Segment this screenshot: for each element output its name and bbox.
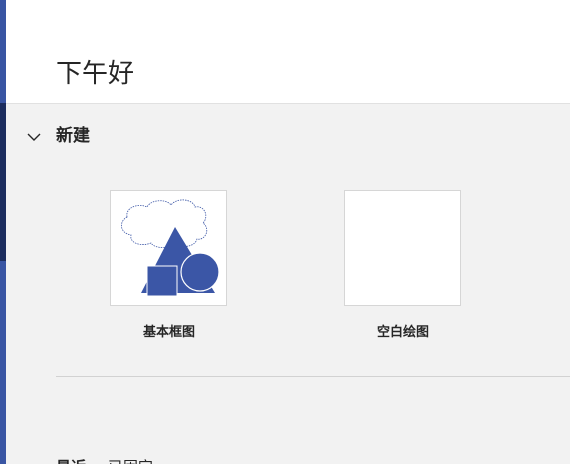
recent-header: 最近 已固定 [56, 456, 153, 464]
blank-page-thumbnail [344, 190, 461, 306]
section-divider [56, 376, 570, 377]
template-basic-diagram[interactable]: 基本框图 [110, 190, 228, 340]
basic-shapes-thumbnail [110, 190, 227, 306]
new-section-label: 新建 [56, 126, 90, 146]
app-rail-selected [0, 103, 6, 261]
recent-section-label: 最近 [56, 456, 86, 464]
chevron-down-icon [27, 133, 41, 141]
template-label: 空白绘图 [376, 325, 429, 340]
greeting-title: 下午好 [56, 59, 135, 89]
template-blank-drawing[interactable]: 空白绘图 [344, 190, 462, 340]
template-label: 基本框图 [142, 325, 195, 340]
basic-shapes-icon [121, 199, 220, 297]
header: 下午好 [6, 0, 570, 104]
tab-pinned[interactable]: 已固定 [108, 456, 153, 464]
